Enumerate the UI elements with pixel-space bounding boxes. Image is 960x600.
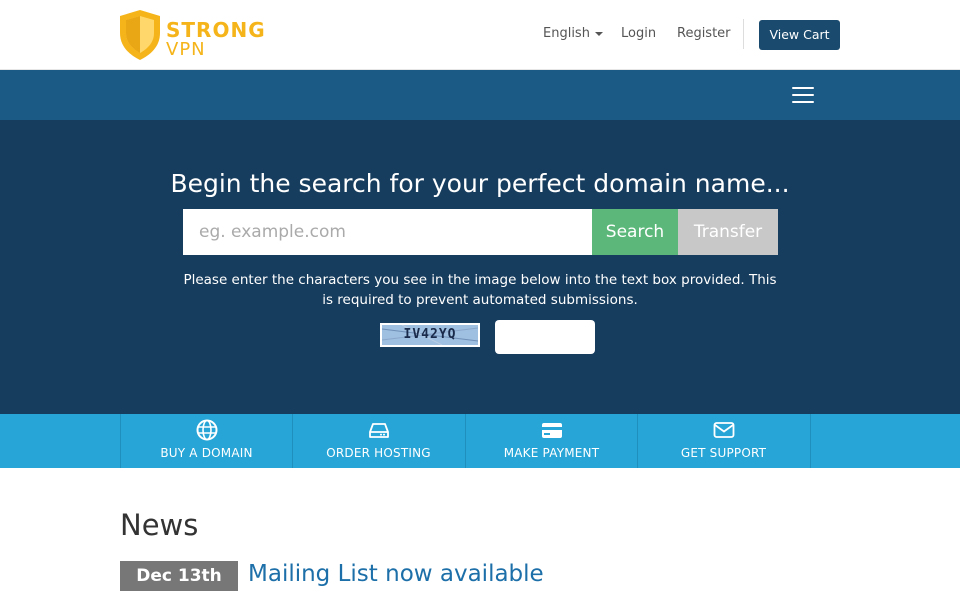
- quick-link-label: BUY A DOMAIN: [160, 446, 253, 460]
- language-dropdown[interactable]: English: [543, 24, 603, 44]
- caret-down-icon: [594, 31, 603, 36]
- quick-links-divider: [810, 414, 811, 468]
- envelope-icon: [713, 422, 735, 438]
- strongvpn-logo[interactable]: STRONG VPN: [118, 9, 288, 61]
- language-label: English: [543, 26, 590, 41]
- news-heading: News: [120, 508, 199, 542]
- captcha-input[interactable]: [495, 320, 595, 354]
- quick-link-get-support[interactable]: GET SUPPORT: [637, 414, 809, 468]
- logo-text-strong: STRONG: [166, 18, 266, 42]
- shield-logo-icon: [120, 10, 160, 60]
- site-header: STRONG VPN English Login Register View C…: [0, 0, 960, 70]
- quick-link-label: ORDER HOSTING: [326, 446, 431, 460]
- hero-title: Begin the search for your perfect domain…: [170, 169, 790, 198]
- captcha-code: IV42YQ: [403, 327, 457, 342]
- login-link[interactable]: Login: [621, 24, 656, 44]
- hdd-icon: [369, 423, 389, 438]
- quick-link-order-hosting[interactable]: ORDER HOSTING: [292, 414, 464, 468]
- news-item-title-link[interactable]: Mailing List now available: [248, 558, 544, 590]
- credit-card-icon: [542, 423, 562, 438]
- quick-link-label: GET SUPPORT: [680, 446, 767, 460]
- captcha-instructions: Please enter the characters you see in t…: [183, 272, 777, 308]
- view-cart-button[interactable]: View Cart: [759, 20, 840, 50]
- main-navbar: [0, 70, 960, 120]
- quick-link-make-payment[interactable]: MAKE PAYMENT: [465, 414, 637, 468]
- quick-link-label: MAKE PAYMENT: [503, 446, 600, 460]
- transfer-button[interactable]: Transfer: [678, 209, 778, 255]
- captcha-image: IV42YQ: [380, 323, 480, 347]
- logo-text-vpn: VPN: [166, 39, 206, 60]
- domain-search-hero: [0, 120, 960, 414]
- menu-toggle-icon[interactable]: [792, 87, 814, 103]
- search-button[interactable]: Search: [592, 209, 678, 255]
- domain-search-input[interactable]: eg. example.com: [183, 209, 592, 255]
- globe-icon: [196, 419, 218, 441]
- nav-divider: [743, 19, 744, 49]
- quick-link-buy-domain[interactable]: BUY A DOMAIN: [120, 414, 292, 468]
- register-link[interactable]: Register: [677, 24, 731, 44]
- news-date-badge: Dec 13th: [120, 561, 238, 591]
